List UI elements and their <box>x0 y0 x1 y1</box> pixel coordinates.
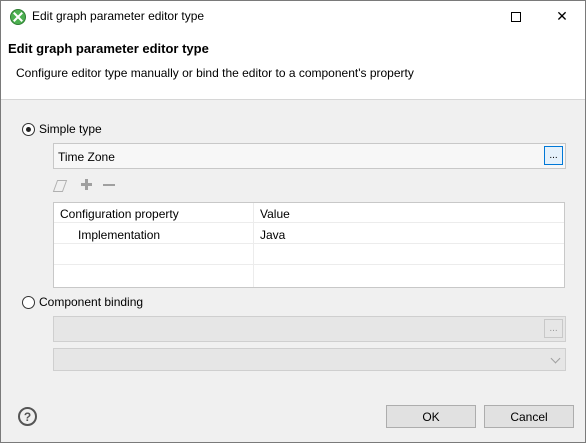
window-title: Edit graph parameter editor type <box>32 9 205 23</box>
component-binding-browse-button: ... <box>544 319 563 338</box>
table-row-empty <box>54 266 564 286</box>
properties-table[interactable]: Configuration property Value Implementat… <box>53 202 565 288</box>
simple-type-value: Time Zone <box>58 150 115 164</box>
close-icon: ✕ <box>556 8 568 24</box>
header-description: Configure editor type manually or bind t… <box>16 66 414 80</box>
maximize-button[interactable] <box>493 1 539 32</box>
header-title: Edit graph parameter editor type <box>8 41 209 56</box>
remove-icon[interactable] <box>102 178 116 192</box>
row-property-cell: Implementation <box>78 228 161 242</box>
simple-type-field[interactable]: Time Zone <box>53 143 566 169</box>
table-row[interactable]: Implementation Java <box>54 224 564 244</box>
table-row-empty <box>54 245 564 265</box>
column-header-property[interactable]: Configuration property <box>60 207 179 221</box>
component-binding-option[interactable]: Component binding <box>22 295 143 309</box>
add-icon[interactable] <box>80 178 94 192</box>
dialog-window: Edit graph parameter editor type ✕ Edit … <box>0 0 586 443</box>
row-value-cell[interactable]: Java <box>260 228 285 242</box>
chevron-down-icon <box>550 353 561 364</box>
column-header-value[interactable]: Value <box>260 207 290 221</box>
simple-type-option[interactable]: Simple type <box>22 122 102 136</box>
component-binding-field <box>53 316 566 342</box>
cancel-button-label: Cancel <box>510 409 548 424</box>
component-binding-label: Component binding <box>39 295 144 309</box>
table-header-row: Configuration property Value <box>54 203 564 223</box>
cancel-button[interactable]: Cancel <box>484 405 574 428</box>
simple-type-browse-button[interactable]: ... <box>544 146 563 165</box>
simple-type-label: Simple type <box>39 122 102 136</box>
eraser-icon[interactable] <box>52 180 68 192</box>
app-logo-icon <box>10 9 26 25</box>
close-button[interactable]: ✕ <box>539 1 585 32</box>
ok-button-label: OK <box>422 409 440 424</box>
simple-type-radio[interactable] <box>22 122 35 136</box>
help-button[interactable]: ? <box>18 407 37 426</box>
help-icon: ? <box>23 409 32 424</box>
ellipsis-icon: ... <box>549 149 558 161</box>
title-bar: Edit graph parameter editor type ✕ <box>1 1 585 32</box>
maximize-icon <box>511 11 521 22</box>
component-property-select <box>53 348 566 371</box>
dialog-header: Edit graph parameter editor type Configu… <box>1 32 585 100</box>
ellipsis-icon: ... <box>549 322 558 334</box>
component-binding-radio[interactable] <box>22 295 35 309</box>
ok-button[interactable]: OK <box>386 405 476 428</box>
